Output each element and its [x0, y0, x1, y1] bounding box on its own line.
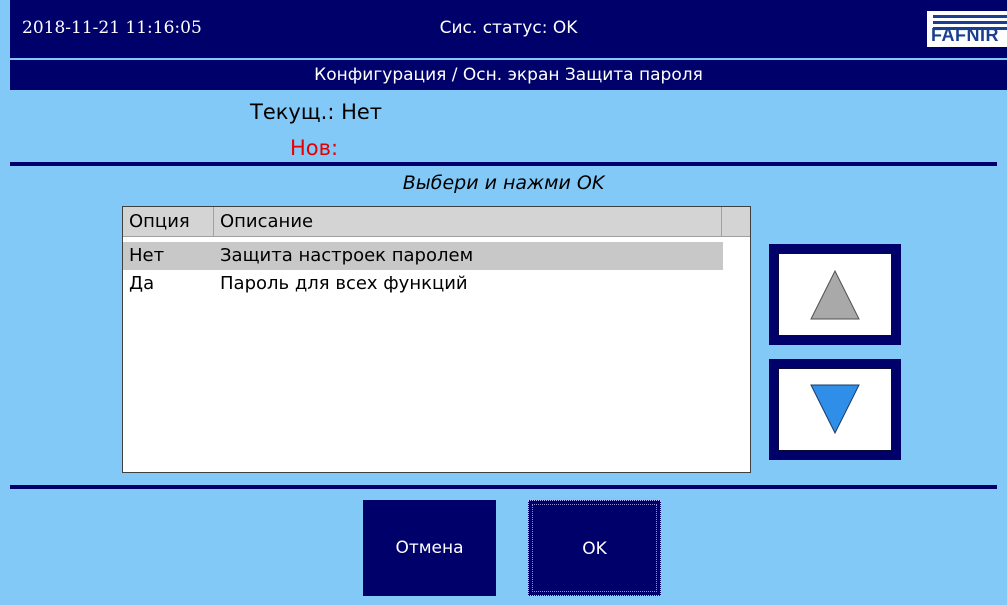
column-header-description[interactable]: Описание	[214, 207, 722, 236]
ok-button[interactable]: OK	[528, 500, 661, 596]
separator-top	[10, 162, 997, 166]
row-description: Защита настроек паролем	[220, 245, 474, 266]
system-status: Сис. статус: OK	[439, 18, 578, 38]
options-table[interactable]: Опция Описание Нет Защита настроек парол…	[122, 206, 751, 473]
separator-bottom	[10, 485, 997, 489]
new-value-label: Нов:	[290, 136, 339, 160]
table-header: Опция Описание	[123, 207, 750, 237]
column-header-option[interactable]: Опция	[123, 207, 214, 236]
page-title: Конфигурация / Осн. экран Защита пароля	[10, 60, 1007, 90]
focus-indicator	[532, 504, 657, 592]
logo-text: FAFNIR	[931, 25, 999, 45]
row-description: Пароль для всех функций	[220, 273, 468, 294]
triangle-up-icon	[810, 269, 860, 320]
status-bar: 2018-11-21 11:16:05 Сис. статус: OK FAFN…	[10, 0, 1007, 58]
table-row[interactable]: Да Пароль для всех функций	[123, 270, 723, 298]
fafnir-logo: FAFNIR	[927, 11, 1007, 47]
column-header-spacer	[722, 207, 750, 236]
current-value-label: Текущ.: Нет	[250, 100, 383, 124]
cancel-button[interactable]: Отмена	[363, 500, 496, 596]
scroll-up-button[interactable]	[769, 244, 901, 345]
row-option: Да	[129, 273, 155, 294]
row-option: Нет	[129, 245, 165, 266]
table-row[interactable]: Нет Защита настроек паролем	[123, 242, 723, 270]
instruction-prompt: Выбери и нажми OK	[402, 172, 605, 194]
scroll-down-button[interactable]	[769, 359, 901, 460]
triangle-down-icon	[810, 384, 860, 435]
